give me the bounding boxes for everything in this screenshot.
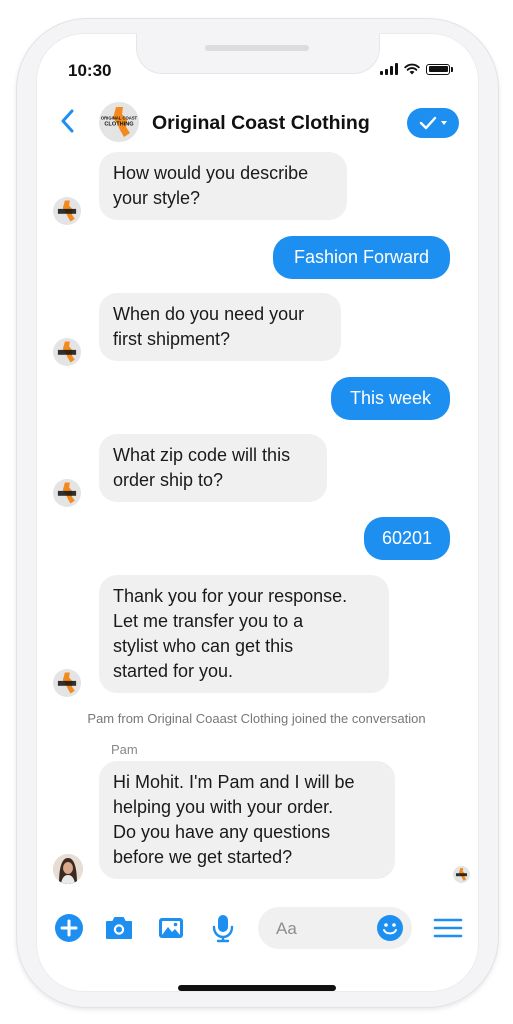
image-icon — [159, 918, 183, 938]
message-input-placeholder: Aa — [276, 919, 297, 938]
status-icons — [380, 63, 453, 75]
message-user-1[interactable]: Fashion Forward — [273, 236, 450, 279]
message-agent-1[interactable]: Hi Mohit. I'm Pam and I will be helping … — [99, 761, 395, 879]
system-notice: Pam from Original Coaast Clothing joined… — [87, 711, 426, 726]
camera-button[interactable] — [102, 911, 136, 945]
message-bot-2[interactable]: When do you need your first shipment? — [99, 293, 341, 361]
message-user-3[interactable]: 60201 — [364, 517, 450, 560]
logo-text-top: ORIGINAL COAST — [101, 116, 138, 121]
menu-icon — [433, 918, 463, 938]
image-button[interactable] — [154, 911, 188, 945]
plus-button[interactable] — [52, 911, 86, 945]
notch — [136, 33, 380, 74]
microphone-button[interactable] — [206, 911, 240, 945]
message-bot-3[interactable]: What zip code will this order ship to? — [99, 434, 327, 502]
sender-name: Pam — [111, 742, 138, 757]
caret-down-icon — [440, 121, 447, 125]
bot-avatar — [53, 338, 81, 366]
message-user-2[interactable]: This week — [331, 377, 450, 420]
battery-icon — [426, 63, 450, 75]
logo-text-bottom: CLOTHING — [104, 122, 133, 128]
camera-icon — [106, 917, 132, 939]
message-bot-1[interactable]: How would you describe your style? — [99, 152, 347, 220]
read-receipt-avatar — [453, 866, 470, 883]
agent-avatar — [53, 854, 83, 884]
speaker — [205, 45, 309, 51]
plus-icon — [55, 914, 83, 942]
message-bot-4[interactable]: Thank you for your response. Let me tran… — [99, 575, 389, 693]
emoji-icon[interactable] — [376, 914, 404, 942]
bot-avatar — [53, 669, 81, 697]
menu-button[interactable] — [431, 911, 465, 945]
page-avatar[interactable]: ORIGINAL COAST CLOTHING — [99, 102, 139, 142]
microphone-icon — [212, 915, 234, 943]
home-indicator[interactable] — [178, 985, 336, 991]
bot-avatar — [53, 197, 81, 225]
brand-logo: ORIGINAL COAST CLOTHING — [99, 102, 139, 142]
status-time: 10:30 — [68, 61, 112, 80]
checkmark-icon — [419, 116, 436, 130]
verified-menu-button[interactable] — [407, 108, 459, 138]
wifi-icon — [404, 63, 420, 75]
bot-avatar — [53, 479, 81, 507]
page-title[interactable]: Original Coast Clothing — [152, 112, 370, 135]
back-chevron-icon[interactable] — [58, 107, 78, 135]
signal-icon — [380, 63, 398, 75]
